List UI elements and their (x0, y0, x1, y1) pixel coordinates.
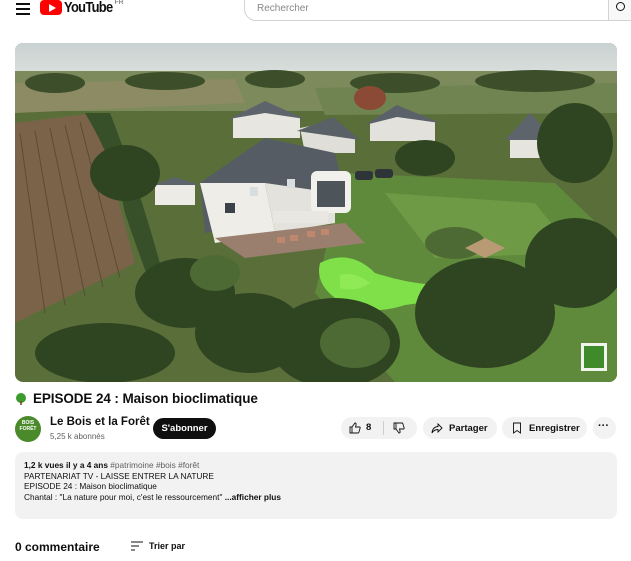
more-actions-button[interactable]: ··· (593, 417, 616, 439)
description-line-2: EPISODE 24 : Maison bioclimatique (24, 481, 157, 491)
search-input[interactable]: Rechercher (244, 0, 624, 21)
subscriber-count: 5,25 k abonnés (50, 432, 105, 441)
youtube-logo[interactable]: YouTube FR (40, 0, 124, 15)
video-title-row: EPISODE 24 : Maison bioclimatique (15, 391, 258, 406)
description-box[interactable]: 1,2 k vues il y a 4 ans #patrimoine #boi… (15, 452, 617, 519)
video-player[interactable] (15, 43, 617, 382)
hashtags[interactable]: #patrimoine #bois #forêt (110, 460, 199, 470)
tree-emoji-icon (16, 392, 26, 405)
description-meta: 1,2 k vues il y a 4 ans #patrimoine #boi… (24, 460, 608, 471)
youtube-play-icon (40, 0, 62, 15)
like-count: 8 (366, 422, 372, 433)
bookmark-icon (513, 422, 521, 434)
channel-name[interactable]: Le Bois et la Forêt (50, 416, 150, 428)
search-icon (616, 2, 625, 11)
menu-icon[interactable] (16, 3, 30, 15)
sort-label: Trier par (149, 541, 186, 551)
logo-text: YouTube (64, 0, 113, 16)
channel-avatar[interactable]: BOIS FORÊT (15, 416, 41, 442)
search-button[interactable] (608, 0, 631, 21)
description-line-3: Chantal : "La nature pour moi, c'est le … (24, 491, 223, 502)
upload-age: il y a 4 ans (65, 460, 108, 470)
description-line-1: PARTENARIAT TV - LAISSE ENTRER LA NATURE (24, 470, 214, 481)
video-frame (15, 43, 617, 382)
search-placeholder: Rechercher (257, 3, 309, 14)
save-button[interactable]: Enregistrer (502, 417, 587, 439)
show-more-link[interactable]: ...afficher plus (225, 492, 281, 502)
description-line-3-row: Chantal : "La nature pour moi, c'est le … (24, 492, 608, 503)
sort-button[interactable]: Trier par (131, 541, 185, 551)
view-count: 1,2 k vues (24, 460, 64, 470)
like-dislike-group: 8 (341, 417, 417, 439)
sort-icon (131, 541, 143, 551)
video-title: EPISODE 24 : Maison bioclimatique (33, 391, 258, 406)
like-divider (383, 421, 384, 435)
country-code: FR (114, 0, 124, 6)
share-button[interactable]: Partager (423, 417, 497, 439)
top-bar: YouTube FR Rechercher (0, 0, 631, 22)
avatar-text: BOIS FORÊT (19, 420, 37, 432)
thumbs-up-icon[interactable] (349, 422, 361, 434)
save-label: Enregistrer (529, 422, 580, 434)
thumbs-down-icon[interactable] (393, 422, 405, 434)
share-label: Partager (449, 422, 488, 434)
comment-count: 0 commentaire (15, 540, 100, 554)
share-arrow-icon (431, 422, 443, 434)
subscribe-button[interactable]: S'abonner (153, 418, 216, 439)
more-dots-icon: ··· (598, 420, 609, 432)
